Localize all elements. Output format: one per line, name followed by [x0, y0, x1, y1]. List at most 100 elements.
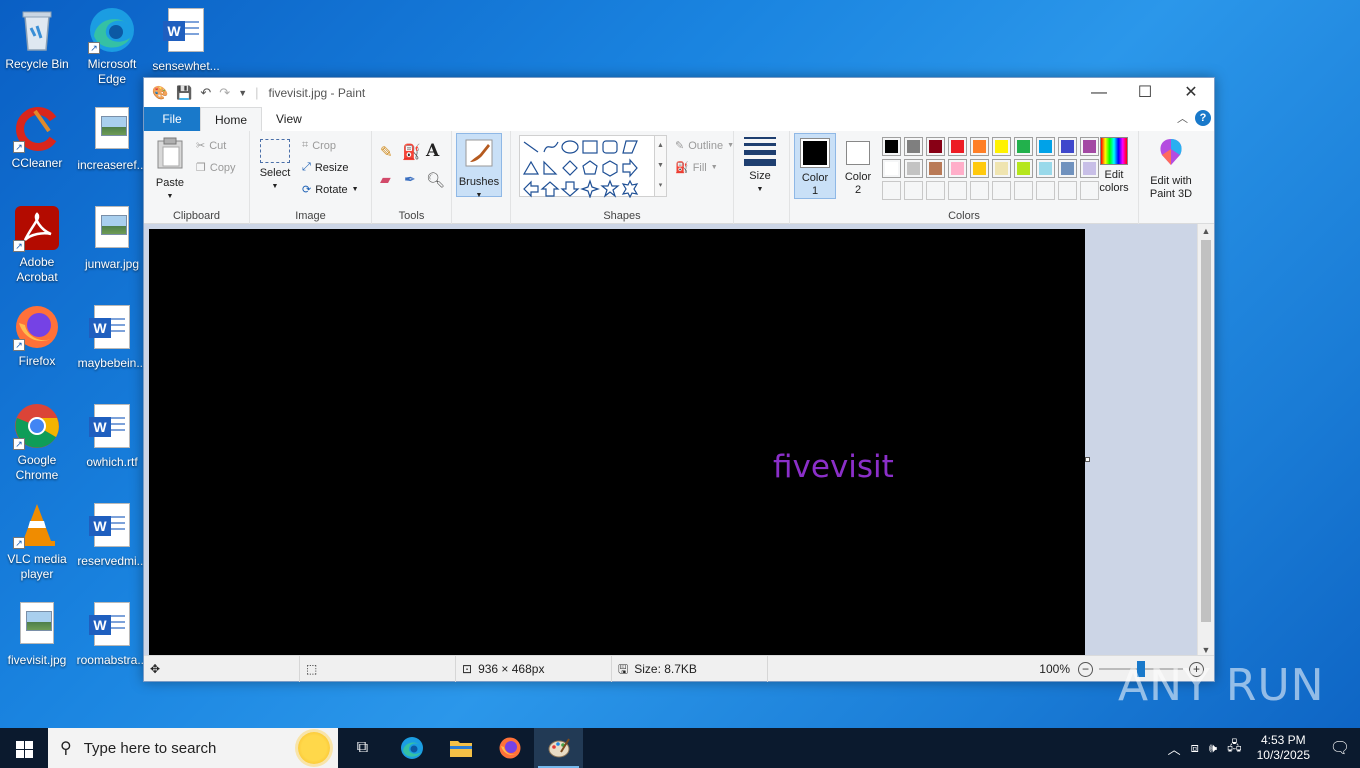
rotate-button[interactable]: ⟳ Rotate ▼	[302, 183, 359, 197]
custom-color-slot[interactable]	[948, 181, 967, 200]
tab-file[interactable]: File	[144, 107, 200, 131]
desktop-icon-google-chrome[interactable]: ↗ Google Chrome	[1, 402, 73, 483]
color2-button[interactable]: Color 2	[838, 133, 878, 197]
help-button[interactable]: ?	[1195, 110, 1211, 126]
desktop-icon-maybebein[interactable]: W maybebein...	[76, 303, 148, 371]
custom-color-slot[interactable]	[882, 181, 901, 200]
desktop-icon-owhich-rtf[interactable]: W owhich.rtf	[76, 402, 148, 470]
tab-home[interactable]: Home	[200, 107, 263, 131]
palette-color-swatch[interactable]	[970, 159, 989, 178]
desktop-icon-adobe-acrobat[interactable]: ↗ Adobe Acrobat	[1, 204, 73, 285]
save-icon[interactable]: 💾	[176, 85, 192, 101]
maximize-button[interactable]: ☐	[1122, 78, 1168, 107]
system-clock[interactable]: 4:53 PM 10/3/2025	[1247, 733, 1320, 763]
title-bar[interactable]: 🎨 💾 ↶ ↷ ▼ | fivevisit.jpg - Paint — ☐ ✕	[144, 78, 1214, 107]
tab-view[interactable]: View	[262, 107, 316, 131]
custom-color-slot[interactable]	[1058, 181, 1077, 200]
desktop-icon-vlc[interactable]: ↗ VLC media player	[1, 501, 73, 582]
palette-color-swatch[interactable]	[904, 137, 923, 156]
desktop-icon-microsoft-edge[interactable]: ↗ Microsoft Edge	[76, 6, 148, 87]
palette-color-swatch[interactable]	[1036, 137, 1055, 156]
palette-color-swatch[interactable]	[1058, 159, 1077, 178]
custom-color-slot[interactable]	[1014, 181, 1033, 200]
select-button[interactable]: Select ▼	[258, 139, 292, 193]
canvas-area[interactable]: fivevisit	[144, 224, 1198, 657]
minimize-button[interactable]: —	[1076, 78, 1122, 107]
desktop-icon-recycle-bin[interactable]: Recycle Bin	[1, 6, 73, 72]
desktop-icon-fivevisit-jpg[interactable]: fivevisit.jpg	[1, 600, 73, 668]
desktop-icon-ccleaner[interactable]: ↗ CCleaner	[1, 105, 73, 171]
paste-button[interactable]: Paste ▼	[152, 137, 188, 203]
cut-button[interactable]: ✂ Cut	[196, 139, 226, 153]
desktop-icon-increaseref[interactable]: increaseref...	[76, 105, 148, 173]
customize-toolbar-icon[interactable]: ▼	[238, 88, 247, 98]
text-tool-icon[interactable]: A	[426, 141, 439, 161]
desktop-icon-roomabstra[interactable]: W roomabstra...	[76, 600, 148, 668]
desktop-icon-junwar-jpg[interactable]: junwar.jpg	[76, 204, 148, 272]
custom-color-slot[interactable]	[970, 181, 989, 200]
edit-with-paint3d-button[interactable]: Edit with Paint 3D	[1143, 137, 1199, 201]
fill-bucket-icon[interactable]: ⛽	[402, 143, 421, 161]
taskbar-file-explorer[interactable]	[436, 728, 485, 768]
palette-color-swatch[interactable]	[1014, 137, 1033, 156]
crop-button[interactable]: ⌗ Crop	[302, 139, 336, 152]
palette-color-swatch[interactable]	[992, 137, 1011, 156]
color-picker-icon[interactable]: ✒	[404, 171, 416, 188]
palette-color-swatch[interactable]	[1014, 159, 1033, 178]
close-button[interactable]: ✕	[1168, 78, 1214, 107]
custom-color-slot[interactable]	[904, 181, 923, 200]
undo-icon[interactable]: ↶	[200, 85, 211, 101]
palette-color-swatch[interactable]	[926, 159, 945, 178]
scrollbar-thumb[interactable]	[1201, 240, 1211, 622]
palette-color-swatch[interactable]	[926, 137, 945, 156]
collapse-ribbon-icon[interactable]: ︿	[1177, 110, 1188, 126]
palette-color-swatch[interactable]	[882, 159, 901, 178]
desktop-icon-reservedmi[interactable]: W reservedmi...	[76, 501, 148, 569]
network-icon[interactable]: 🖧	[1222, 737, 1247, 759]
taskbar-firefox[interactable]	[485, 728, 534, 768]
shapes-scroll[interactable]: ▲ ▼ ▾	[655, 135, 667, 197]
notification-center-icon[interactable]: 🗨	[1320, 738, 1360, 758]
shapes-gallery[interactable]	[519, 135, 655, 199]
custom-color-slot[interactable]	[1036, 181, 1055, 200]
show-hidden-icons-icon[interactable]: ︿	[1163, 739, 1186, 758]
fill-button[interactable]: ⛽ Fill ▼	[675, 161, 718, 175]
palette-color-swatch[interactable]	[1058, 137, 1077, 156]
brushes-button[interactable]: Brushes ▼	[456, 133, 502, 199]
taskbar-edge[interactable]	[387, 728, 436, 768]
task-view-button[interactable]: ⧉	[338, 728, 387, 768]
scroll-up-icon[interactable]: ▲	[1198, 226, 1214, 236]
taskbar-search-box[interactable]: ⚲ Type here to search	[48, 728, 338, 768]
start-button[interactable]	[0, 728, 48, 768]
taskbar-paint[interactable]	[534, 728, 583, 768]
palette-color-swatch[interactable]	[992, 159, 1011, 178]
custom-color-slot[interactable]	[926, 181, 945, 200]
outline-button[interactable]: ✎ Outline ▼	[675, 139, 734, 153]
eraser-icon[interactable]: ▰	[380, 171, 391, 188]
size-button[interactable]: Size ▼	[742, 137, 778, 196]
copy-button[interactable]: ❐ Copy	[196, 161, 236, 175]
desktop-icon-firefox[interactable]: ↗ Firefox	[1, 303, 73, 369]
palette-color-swatch[interactable]	[970, 137, 989, 156]
redo-icon[interactable]: ↷	[219, 85, 230, 101]
meet-now-icon[interactable]: ⧈	[1186, 740, 1204, 756]
zoom-out-button[interactable]: −	[1078, 661, 1093, 677]
palette-color-swatch[interactable]	[948, 159, 967, 178]
edit-colors-button[interactable]: Edit colors	[1094, 137, 1134, 195]
custom-color-slot[interactable]	[992, 181, 1011, 200]
desktop-icon-sensewhet[interactable]: W sensewhet...	[150, 6, 222, 74]
paint-app-icon[interactable]: 🎨	[152, 85, 168, 101]
palette-color-swatch[interactable]	[882, 137, 901, 156]
palette-color-swatch[interactable]	[948, 137, 967, 156]
palette-color-swatch[interactable]	[1036, 159, 1055, 178]
color1-button[interactable]: Color 1	[794, 133, 836, 199]
scroll-down-icon[interactable]: ▼	[1198, 645, 1214, 655]
palette-color-swatch[interactable]	[904, 159, 923, 178]
canvas-resize-handle[interactable]	[1085, 457, 1090, 462]
resize-button[interactable]: ⤢ Resize	[302, 161, 348, 174]
image-canvas[interactable]: fivevisit	[149, 229, 1085, 657]
volume-icon[interactable]: 🕪	[1204, 740, 1222, 756]
magnifier-icon[interactable]: 🔍︎	[426, 171, 445, 189]
pencil-icon[interactable]: ✎	[380, 143, 393, 161]
vertical-scrollbar[interactable]: ▲ ▼	[1197, 224, 1214, 657]
